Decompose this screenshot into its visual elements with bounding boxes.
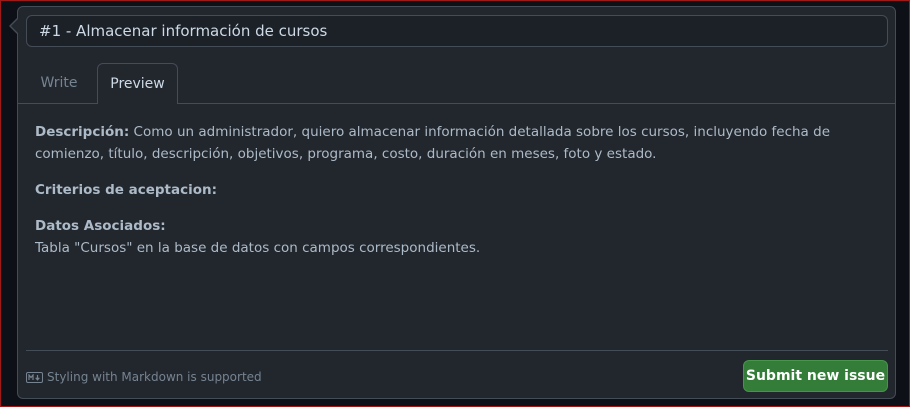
description-paragraph: Descripción: Como un administrador, quie… [35, 121, 880, 165]
tab-preview[interactable]: Preview [97, 63, 178, 104]
criteria-label: Criterios de aceptacion: [35, 182, 218, 198]
markdown-help-link[interactable]: Styling with Markdown is supported [26, 369, 262, 385]
data-text: Tabla "Cursos" en la base de datos con c… [35, 240, 481, 256]
description-label: Descripción: [35, 124, 130, 140]
footer-divider [26, 350, 888, 351]
criteria-paragraph: Criterios de aceptacion: [35, 179, 880, 201]
description-text: Como un administrador, quiero almacenar … [35, 124, 830, 162]
data-label: Datos Asociados: [35, 218, 166, 234]
data-paragraph: Datos Asociados: Tabla "Cursos" en la bas… [35, 215, 880, 259]
tab-write[interactable]: Write [28, 63, 90, 103]
submit-issue-button[interactable]: Submit new issue [743, 360, 888, 392]
markdown-note-text: Styling with Markdown is supported [47, 370, 262, 384]
avatar-pointer-fill [11, 19, 18, 33]
markdown-icon [26, 371, 43, 383]
issue-title-input[interactable] [26, 15, 888, 47]
markdown-preview: Descripción: Como un administrador, quie… [35, 121, 880, 273]
editor-tabs: Write Preview [18, 63, 895, 104]
new-issue-form: Write Preview Descripción: Como un admin… [17, 6, 896, 399]
